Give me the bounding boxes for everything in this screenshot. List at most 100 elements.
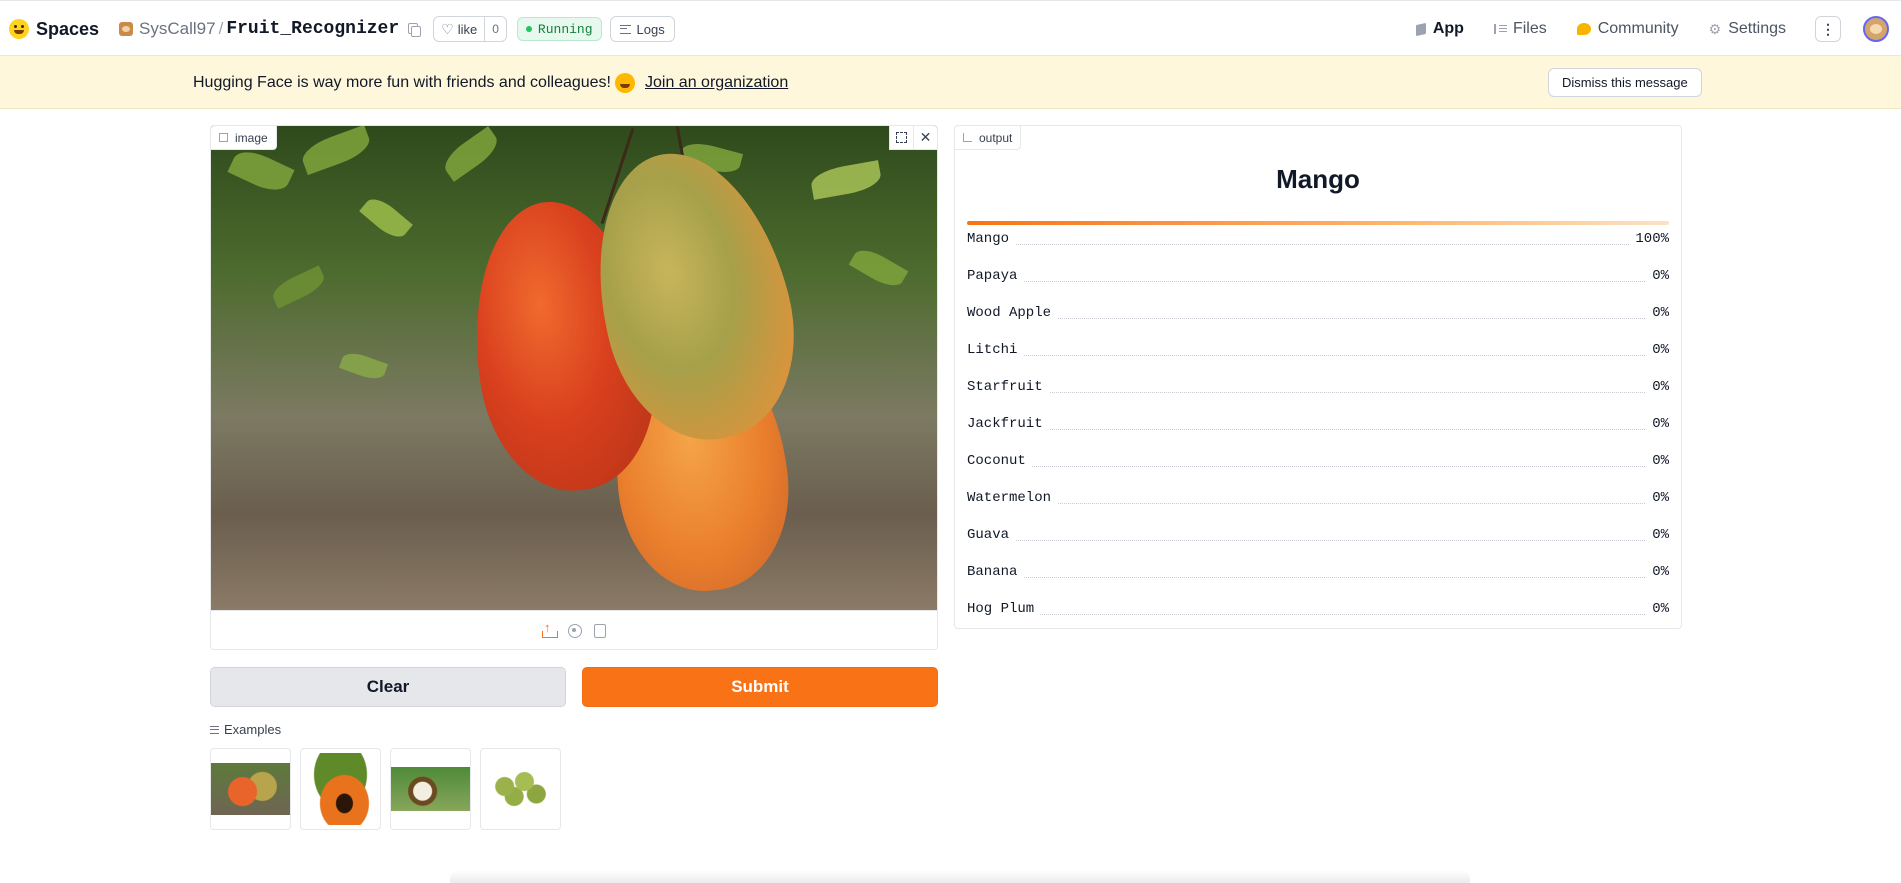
confidence-dotted-line [967, 429, 1669, 430]
example-mango[interactable] [210, 748, 291, 830]
upload-icon[interactable] [542, 620, 558, 638]
examples-header: Examples [210, 722, 281, 737]
image-actions: ✕ [889, 126, 937, 150]
confidence-label: Jackfruit [967, 416, 1049, 432]
tab-community[interactable]: Community [1562, 1, 1694, 57]
image-label: image [235, 130, 268, 145]
heart-icon: ♡ [441, 20, 454, 37]
top-navbar: Spaces SysCall97 / Fruit_Recognizer ♡ lik… [0, 0, 1901, 58]
status-badge[interactable]: Running [516, 17, 602, 41]
webcam-icon[interactable] [568, 623, 582, 638]
banner-message: Hugging Face is way more fun with friend… [193, 56, 788, 109]
confidence-value: 0% [1646, 416, 1669, 432]
example-hog-plum[interactable] [480, 748, 561, 830]
confidence-row: Hog Plum 0% [967, 591, 1669, 628]
example-thumbnail [481, 764, 560, 814]
output-panel: output Mango Mango 100% Papaya 0% Wood Apple… [954, 125, 1682, 629]
repo-name-link[interactable]: Fruit_Recognizer [226, 19, 399, 39]
image-label-tag: image [211, 126, 277, 150]
gear-icon: ⚙ [1708, 20, 1722, 37]
example-thumbnail [211, 763, 290, 815]
confidence-row: Jackfruit 0% [967, 406, 1669, 443]
confidence-dotted-line [967, 318, 1669, 319]
space-tabs: App Files Community ⚙ Settings ⋮ [1400, 1, 1901, 58]
owner-avatar [119, 22, 134, 36]
path-separator: / [218, 19, 224, 38]
confidence-value: 0% [1646, 601, 1669, 617]
confidence-label: Coconut [967, 453, 1032, 469]
example-coconut[interactable] [390, 748, 471, 830]
confidence-value: 0% [1646, 342, 1669, 358]
copy-icon[interactable] [407, 22, 422, 37]
output-label-tag: output [955, 126, 1022, 150]
clear-button[interactable]: Clear [210, 667, 566, 707]
status-dot-icon [525, 26, 532, 32]
like-button[interactable]: ♡ like 0 [433, 16, 507, 42]
submit-button[interactable]: Submit [582, 667, 938, 707]
tab-files-label: Files [1512, 20, 1547, 37]
confidence-label: Papaya [967, 268, 1024, 284]
expand-icon [896, 132, 907, 143]
confidence-label: Watermelon [967, 490, 1058, 506]
join-organization-link[interactable]: Join an organization [645, 74, 788, 92]
image-icon [219, 133, 228, 142]
fullscreen-button[interactable] [889, 126, 913, 150]
confidence-value: 0% [1646, 268, 1669, 284]
confidence-value: 0% [1646, 453, 1669, 469]
clipboard-icon[interactable] [594, 623, 606, 638]
uploaded-image [211, 126, 937, 610]
confidence-row: Starfruit 0% [967, 369, 1669, 406]
confidence-dotted-line [967, 503, 1669, 504]
confidence-row: Mango 100% [967, 221, 1669, 258]
image-source-toolbar [211, 610, 937, 649]
image-input-panel[interactable]: image ✕ [210, 125, 938, 650]
spaces-link[interactable]: Spaces [36, 19, 99, 40]
hugging-emoji-icon [615, 72, 635, 93]
confidence-bar [967, 221, 1669, 225]
confidence-row: Guava 0% [967, 517, 1669, 554]
confidence-dotted-line [967, 614, 1669, 615]
confidence-label: Mango [967, 231, 1016, 247]
confidence-row: Watermelon 0% [967, 480, 1669, 517]
confidence-row: Papaya 0% [967, 258, 1669, 295]
confidence-row: Banana 0% [967, 554, 1669, 591]
tab-community-label: Community [1597, 20, 1679, 37]
files-icon [1493, 24, 1507, 34]
confidence-dotted-line [967, 355, 1669, 356]
hugging-face-logo-icon[interactable] [9, 19, 29, 39]
confidence-value: 0% [1646, 379, 1669, 395]
community-icon [1576, 23, 1591, 35]
example-thumbnail [391, 767, 470, 811]
example-papaya[interactable] [300, 748, 381, 830]
org-banner: Hugging Face is way more fun with friend… [0, 56, 1901, 109]
examples-label: Examples [224, 722, 282, 737]
confidence-label: Banana [967, 564, 1024, 580]
close-icon: ✕ [919, 129, 932, 145]
confidence-row: Wood Apple 0% [967, 295, 1669, 332]
like-label: like [457, 21, 478, 37]
confidence-dotted-line [967, 244, 1669, 245]
tab-settings[interactable]: ⚙ Settings [1694, 1, 1801, 57]
tab-app[interactable]: App [1400, 1, 1480, 58]
user-avatar[interactable] [1863, 16, 1889, 42]
clear-image-button[interactable]: ✕ [913, 126, 937, 150]
tab-app-label: App [1432, 20, 1464, 37]
confidence-label: Guava [967, 527, 1016, 543]
confidence-value: 0% [1646, 527, 1669, 543]
confidence-row: Litchi 0% [967, 332, 1669, 369]
confidence-dotted-line [967, 577, 1669, 578]
confidence-dotted-line [967, 540, 1669, 541]
like-count[interactable]: 0 [484, 17, 506, 41]
owner-link[interactable]: SysCall97 [139, 19, 216, 39]
confidence-dotted-line [967, 466, 1669, 467]
confidence-dotted-line [967, 281, 1669, 282]
confidence-value: 0% [1646, 564, 1669, 580]
confidence-value: 0% [1646, 305, 1669, 321]
space-title-area: Spaces SysCall97 / Fruit_Recognizer ♡ lik… [9, 1, 675, 57]
dismiss-button[interactable]: Dismiss this message [1548, 68, 1702, 97]
logs-button[interactable]: Logs [609, 16, 675, 42]
tab-settings-label: Settings [1728, 20, 1786, 37]
tab-files[interactable]: Files [1479, 1, 1562, 57]
output-label: output [979, 130, 1013, 145]
more-options-button[interactable]: ⋮ [1815, 16, 1841, 42]
